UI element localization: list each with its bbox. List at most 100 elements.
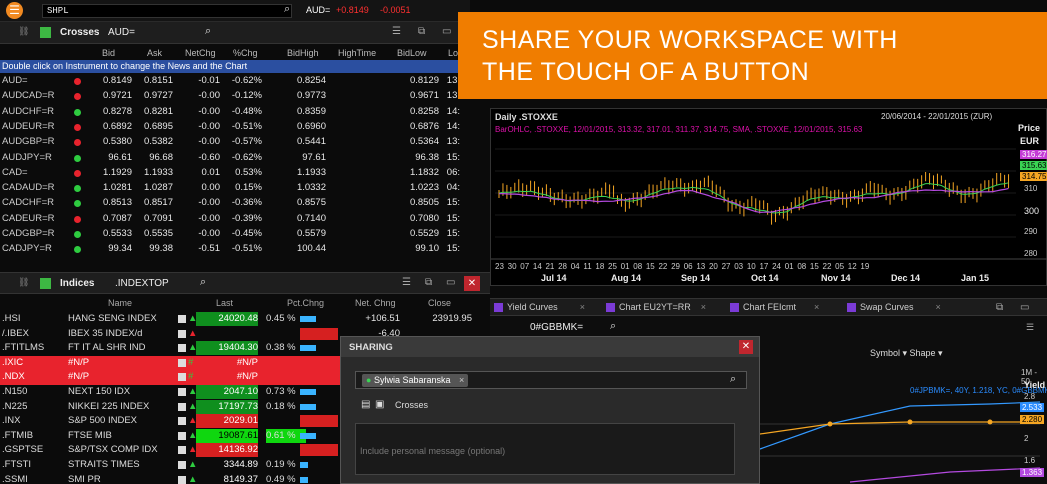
instrument-cell[interactable]: AUDGBP=R [2,135,55,149]
search-icon[interactable]: ⌕ [200,276,206,289]
search-icon[interactable]: ⌕ [610,320,616,333]
table-row[interactable]: AUDGBP=R 0.5380 0.5382 -0.00 -0.57% 0.5441 0.5… [0,135,460,149]
message-input[interactable]: Include personal message (optional) [355,423,735,475]
table-row[interactable]: CADCHF=R 0.8513 0.8517 -0.00 -0.36% 0.8575 0.8… [0,196,460,210]
symbol-cell[interactable]: .FTITLMS [2,341,44,355]
table-row[interactable]: AUDCAD=R 0.9721 0.9727 -0.00 -0.12% 0.9773 0.9… [0,89,460,103]
symbol-cell[interactable]: .INX [2,414,20,428]
window-icon[interactable]: ▭ [1020,302,1029,313]
search-icon[interactable]: ⌕ [730,373,736,386]
table-row[interactable]: AUDEUR=R 0.6892 0.6895 -0.00 -0.51% 0.6960 0.6… [0,120,460,134]
col-bidlow[interactable]: BidLow [397,48,427,58]
menu-icon[interactable]: ☰ [402,277,411,288]
menu-icon[interactable]: ☰ [392,26,401,37]
window-icon[interactable]: ▭ [446,277,455,288]
col-last[interactable]: Last [216,298,233,308]
tab-yield-curves[interactable]: Yield Curves × [494,302,585,313]
yield-toolbar[interactable]: Symbol ▾ Shape ▾ [870,348,943,359]
instrument-cell[interactable]: AUDJPY=R [2,151,52,165]
window-icon[interactable]: ▭ [442,26,451,37]
quote-icon[interactable] [178,329,186,338]
instrument-cell[interactable]: AUDCAD=R [2,89,55,103]
restore-icon[interactable]: ⧉ [418,26,425,37]
col-name[interactable]: Name [108,298,132,308]
symbol-cell[interactable]: .HSI [2,312,20,326]
remove-recipient-icon[interactable]: × [459,375,464,385]
close-icon[interactable]: × [936,302,941,312]
col-close[interactable]: Close [428,298,451,308]
table-row[interactable]: AUDCHF=R 0.8278 0.8281 -0.00 -0.48% 0.8359 0.8… [0,105,460,119]
chart-window[interactable]: Daily .STOXXE 20/06/2014 - 22/01/2015 (Z… [490,108,1047,286]
quote-icon[interactable] [178,475,186,484]
instrument-cell[interactable]: CADGBP=R [2,227,55,241]
col-netchg[interactable]: NetChg [185,48,216,58]
search-icon[interactable]: ⌕ [284,3,290,16]
eikon-logo-icon[interactable]: ☰ [6,2,23,19]
search-icon[interactable]: ⌕ [205,25,211,38]
link-icon[interactable]: ⛓ [18,277,29,288]
table-row[interactable]: AUD= 0.8149 0.8151 -0.01 -0.62% 0.8254 0.8129 1… [0,74,460,88]
col-bid[interactable]: Bid [102,48,115,58]
quote-icon[interactable] [178,315,186,323]
instrument-cell[interactable]: CADEUR=R [2,212,55,226]
recipient-chip[interactable]: ● Sylwia Sabaranska × [362,374,469,387]
instrument-cell[interactable]: CAD= [2,166,28,180]
col-bidhigh[interactable]: BidHigh [287,48,319,58]
panel-color-icon[interactable] [40,278,51,289]
symbol-cell[interactable]: .FTSTI [2,458,31,472]
quote-icon[interactable] [178,402,186,411]
panel-color-icon[interactable] [40,27,51,38]
quote-icon[interactable] [178,344,186,353]
yield-instrument-input[interactable]: 0#GBBMK= [530,322,583,333]
close-icon[interactable]: ✕ [739,340,753,354]
quote-icon[interactable] [178,358,186,367]
table-row[interactable]: CADGBP=R 0.5533 0.5535 -0.00 -0.45% 0.5579 0.5… [0,227,460,241]
col-ask[interactable]: Ask [147,48,162,58]
table-row[interactable]: .HSI HANG SENG INDEX ▲ 24020.48 0.45 % +106.5… [0,312,490,326]
quote-icon[interactable] [178,417,186,426]
restore-icon[interactable]: ⧉ [996,302,1003,313]
command-input[interactable]: SHPL [42,4,292,18]
table-row[interactable]: CADAUD=R 1.0281 1.0287 0.00 0.15% 1.0332 1.022… [0,181,460,195]
quote-icon[interactable] [178,431,186,440]
table-row[interactable]: AUDJPY=R 96.61 96.68 -0.60 -0.62% 97.61 96.38 1… [0,151,460,165]
col-pctchg[interactable]: %Chg [233,48,258,58]
symbol-cell[interactable]: .NDX [2,370,25,384]
menu-icon[interactable]: ☰ [1026,322,1034,333]
quote-icon[interactable] [178,373,186,382]
instrument-cell[interactable]: AUD= [2,74,28,88]
tab-chart-eu2yt[interactable]: Chart EU2YT=RR × [606,302,706,313]
instrument-cell[interactable]: AUDEUR=R [2,120,55,134]
table-row[interactable]: CAD= 1.1929 1.1933 0.01 0.53% 1.1933 1.1832 06: [0,166,460,180]
instrument-cell[interactable]: AUDCHF=R [2,105,54,119]
close-icon[interactable]: × [701,302,706,312]
table-row[interactable]: CADJPY=R 99.34 99.38 -0.51 -0.51% 100.44 99.10… [0,242,460,256]
instrument-input[interactable]: .INDEXTOP [115,278,169,289]
recipient-field[interactable]: ● Sylwia Sabaranska × ⌕ [355,371,747,389]
instrument-cell[interactable]: CADCHF=R [2,196,54,210]
close-icon[interactable]: × [814,302,819,312]
symbol-cell[interactable]: .N150 [2,385,27,399]
symbol-cell[interactable]: .SSMI [2,473,28,484]
col-hightime[interactable]: HighTime [338,48,376,58]
quote-icon[interactable] [178,446,186,455]
link-icon[interactable]: ⛓ [18,26,29,37]
price-chart[interactable] [491,109,1047,287]
instrument-cell[interactable]: CADAUD=R [2,181,55,195]
restore-icon[interactable]: ⧉ [425,277,432,288]
symbol-cell[interactable]: .N225 [2,400,27,414]
table-row[interactable]: CADEUR=R 0.7087 0.7091 -0.00 -0.39% 0.7140 0.7… [0,212,460,226]
close-icon[interactable]: × [580,302,585,312]
quote-icon[interactable] [178,388,186,396]
tab-chart-feicmt[interactable]: Chart FEIcmt × [730,302,819,313]
quote-icon[interactable] [178,461,186,469]
instrument-cell[interactable]: CADJPY=R [2,242,52,256]
close-icon[interactable]: ✕ [464,276,480,291]
col-low[interactable]: Lo [448,48,458,58]
symbol-cell[interactable]: .GSPTSE [2,443,43,457]
symbol-cell[interactable]: .FTMIB [2,429,33,443]
tab-swap-curves[interactable]: Swap Curves × [847,302,941,313]
yield-chart[interactable] [750,364,1047,484]
col-net[interactable]: Net. Chng [355,298,396,308]
symbol-cell[interactable]: .IXIC [2,356,23,370]
